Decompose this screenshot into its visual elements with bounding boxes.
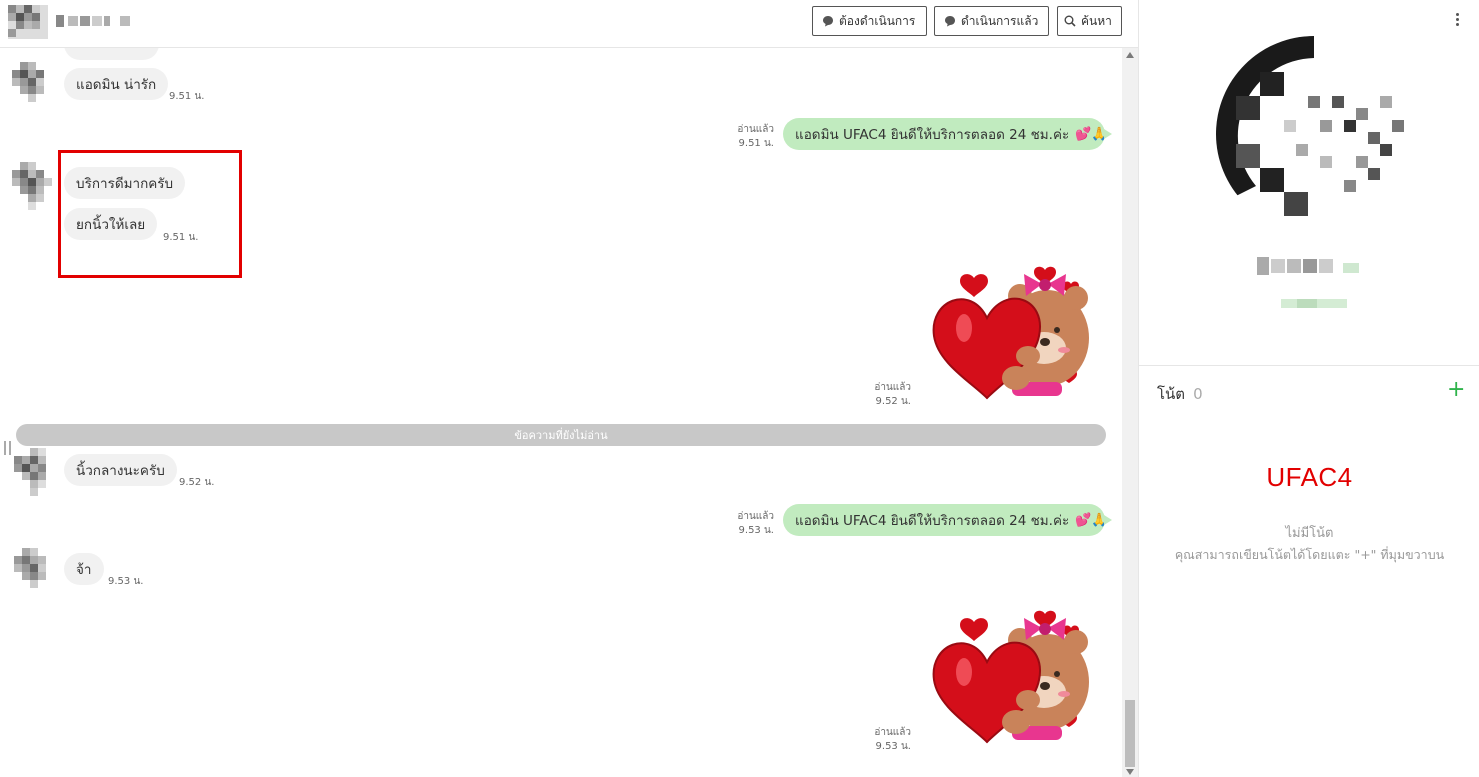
read-label: อ่านแล้ว: [874, 727, 911, 738]
read-status: อ่านแล้ว 9.52 น.: [861, 381, 911, 409]
sender-avatar[interactable]: [12, 62, 52, 102]
chat-message-list[interactable]: แอดมิน น่ารัก 9.51 น. อ่านแล้ว 9.51 น. แ…: [0, 48, 1138, 777]
unread-divider: ข้อความที่ยังไม่อ่าน: [16, 424, 1106, 446]
chat-app: ต้องดำเนินการ ดำเนินการแล้ว ค้นหา แอดมิน…: [0, 0, 1479, 777]
todo-filter-button[interactable]: ต้องดำเนินการ: [812, 6, 927, 36]
message-bubble-outgoing[interactable]: แอดมิน UFAC4 ยินดีให้บริการตลอด 24 ชม.ค่…: [783, 118, 1112, 150]
message-text: บริการดีมากครับ: [76, 176, 174, 192]
message-text: จ้า: [76, 562, 92, 578]
message-bubble-outgoing[interactable]: แอดมิน UFAC4 ยินดีให้บริการตลอด 24 ชม.ค่…: [783, 504, 1112, 536]
contact-name-blurred: [56, 15, 130, 27]
heart-pray-emoji-icon: 💕🙏: [1075, 512, 1108, 528]
read-label: อ่านแล้ว: [737, 124, 774, 135]
brand-watermark: UFAC4: [1266, 462, 1353, 492]
scroll-down-arrow-icon[interactable]: [1126, 769, 1134, 775]
scroll-thumb[interactable]: [1125, 700, 1135, 767]
search-button[interactable]: ค้นหา: [1057, 6, 1122, 36]
message-bubble-incoming[interactable]: ยกนิ้วให้เลย: [64, 208, 158, 240]
todo-filter-label: ต้องดำเนินการ: [839, 13, 916, 28]
heart-pray-emoji-icon: 💕🙏: [1075, 126, 1108, 142]
tag-bubble-icon: [823, 16, 833, 27]
sidebar-divider: [1139, 365, 1479, 366]
profile-name-blurred: [1257, 257, 1359, 275]
scroll-up-arrow-icon[interactable]: [1126, 52, 1134, 58]
bear-heart-sticker[interactable]: [932, 610, 1092, 746]
done-filter-button[interactable]: ดำเนินการแล้ว: [934, 6, 1049, 36]
read-status: อ่านแล้ว 9.53 น.: [724, 510, 774, 538]
profile-picture-blurred[interactable]: [1216, 36, 1412, 232]
read-status: อ่านแล้ว 9.53 น.: [861, 726, 911, 754]
resize-handle[interactable]: [4, 441, 11, 455]
chat-header: ต้องดำเนินการ ดำเนินการแล้ว ค้นหา: [0, 0, 1138, 48]
message-time: 9.53 น.: [108, 576, 144, 587]
message-time: 9.53 น.: [738, 525, 774, 536]
done-filter-label: ดำเนินการแล้ว: [961, 13, 1039, 28]
empty-notes-hint: คุณสามารถเขียนโน้ตได้โดยแตะ "+" ที่มุมขว…: [1174, 547, 1445, 562]
empty-notes-title: ไม่มีโน้ต: [1285, 526, 1334, 541]
profile-status-blurred: [1281, 299, 1347, 308]
chat-scrollbar[interactable]: [1122, 48, 1138, 777]
message-time: 9.51 น.: [169, 91, 205, 102]
add-note-button[interactable]: +: [1447, 379, 1465, 401]
contact-sidebar: โน้ต 0 + UFAC4 ไม่มีโน้ต คุณสามารถเขียนโน…: [1138, 0, 1479, 777]
message-text: นิ้วกลางนะครับ: [76, 463, 165, 479]
search-icon: [1064, 15, 1076, 27]
notes-label: โน้ต: [1157, 385, 1186, 403]
bear-heart-sticker[interactable]: [932, 266, 1092, 402]
message-time: 9.52 น.: [875, 396, 911, 407]
contact-avatar[interactable]: [8, 5, 48, 39]
message-bubble-incoming[interactable]: จ้า: [64, 553, 104, 585]
message-time: 9.51 น.: [163, 232, 199, 243]
sender-avatar[interactable]: [14, 448, 54, 496]
sender-avatar[interactable]: [14, 548, 54, 590]
message-time: 9.53 น.: [875, 741, 911, 752]
message-text: แอดมิน UFAC4 ยินดีให้บริการตลอด 24 ชม.ค่…: [795, 127, 1070, 143]
notes-count: 0: [1193, 385, 1203, 403]
read-label: อ่านแล้ว: [874, 382, 911, 393]
message-bubble-partial: [64, 48, 159, 60]
message-time: 9.51 น.: [738, 138, 774, 149]
search-label: ค้นหา: [1081, 13, 1112, 28]
notes-heading: โน้ต 0: [1157, 382, 1203, 406]
chat-bubble-icon: [945, 16, 955, 27]
message-bubble-incoming[interactable]: แอดมิน น่ารัก: [64, 68, 169, 100]
message-text: ยกนิ้วให้เลย: [76, 217, 146, 233]
unread-divider-label: ข้อความที่ยังไม่อ่าน: [514, 429, 608, 442]
message-time: 9.52 น.: [179, 477, 215, 488]
read-status: อ่านแล้ว 9.51 น.: [724, 123, 774, 151]
sender-avatar[interactable]: [12, 162, 52, 210]
message-text: แอดมิน UFAC4 ยินดีให้บริการตลอด 24 ชม.ค่…: [795, 513, 1070, 529]
more-vertical-icon[interactable]: [1452, 12, 1462, 30]
message-bubble-incoming[interactable]: นิ้วกลางนะครับ: [64, 454, 177, 486]
read-label: อ่านแล้ว: [737, 511, 774, 522]
message-text: แอดมิน น่ารัก: [76, 77, 157, 93]
message-bubble-incoming[interactable]: บริการดีมากครับ: [64, 167, 186, 199]
